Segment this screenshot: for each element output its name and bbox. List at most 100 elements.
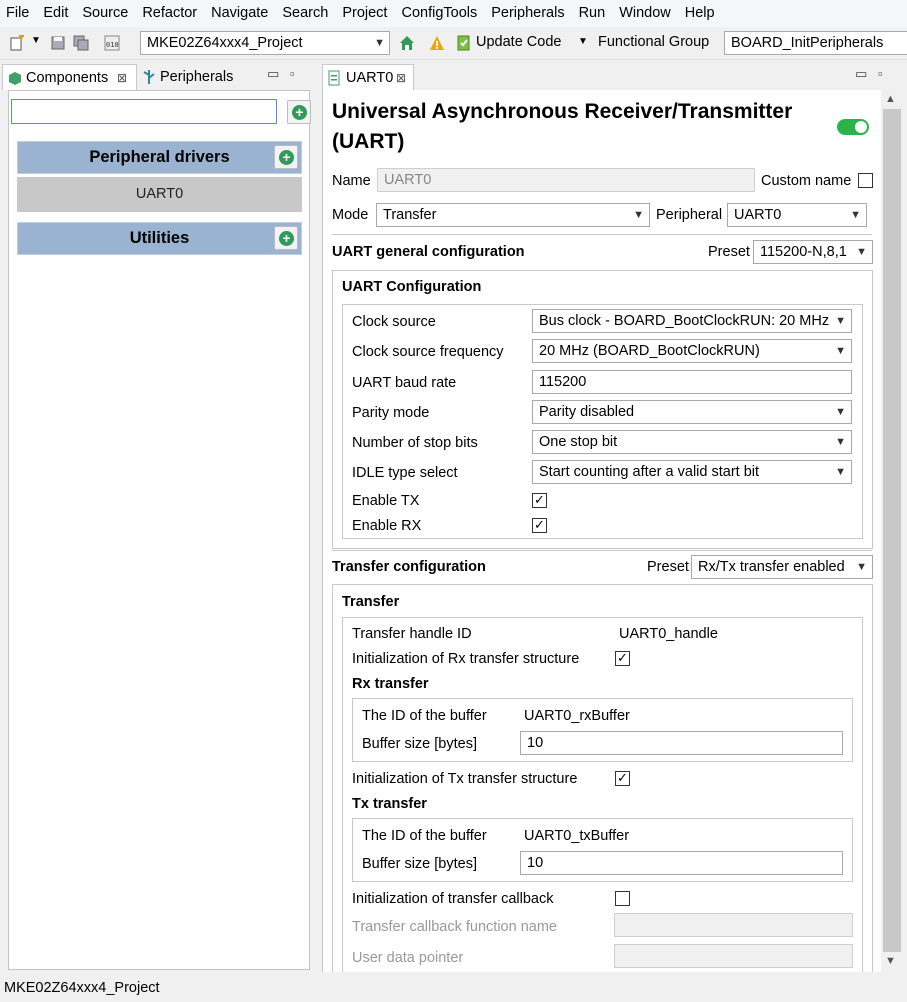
clock-source-select[interactable]: Bus clock - BOARD_BootClockRUN: 20 MHz ▼ xyxy=(532,309,852,333)
group-utilities[interactable]: Utilities + xyxy=(17,222,302,255)
update-code-icon[interactable] xyxy=(456,35,472,51)
menu-configtools[interactable]: ConfigTools xyxy=(394,0,484,27)
chevron-down-icon: ▼ xyxy=(374,37,385,49)
custom-name-checkbox[interactable] xyxy=(858,173,873,188)
enable-tx-checkbox[interactable]: ✓ xyxy=(532,493,547,508)
user-data-input xyxy=(614,944,853,968)
transfer-preset-select[interactable]: Rx/Tx transfer enabled ▼ xyxy=(691,555,873,579)
save-icon[interactable] xyxy=(50,35,66,51)
parity-mode-select[interactable]: Parity disabled ▼ xyxy=(532,400,852,424)
minimize-icon[interactable]: ▭ xyxy=(855,66,867,82)
init-rx-checkbox[interactable]: ✓ xyxy=(615,651,630,666)
callback-name-input xyxy=(614,913,853,937)
clock-freq-label: Clock source frequency xyxy=(352,344,504,360)
general-preset-select[interactable]: 115200-N,8,1 ▼ xyxy=(753,240,873,264)
parity-mode-label: Parity mode xyxy=(352,405,430,421)
menu-edit[interactable]: Edit xyxy=(36,0,75,27)
close-icon[interactable]: ⊠ xyxy=(117,65,127,91)
maximize-icon[interactable]: ▫ xyxy=(290,66,295,81)
init-rx-label: Initialization of Rx transfer structure xyxy=(352,651,580,667)
transfer-title: Transfer xyxy=(342,594,400,610)
init-callback-label: Initialization of transfer callback xyxy=(352,891,554,907)
list-item-uart0[interactable]: UART0 xyxy=(17,177,302,212)
stop-bits-select[interactable]: One stop bit ▼ xyxy=(532,430,852,454)
rx-buffer-size-input[interactable]: 10 xyxy=(520,731,843,755)
component-enable-toggle[interactable] xyxy=(837,119,869,135)
menu-run[interactable]: Run xyxy=(572,0,613,27)
uart-configuration-title: UART Configuration xyxy=(342,279,482,295)
functional-group-select[interactable]: BOARD_InitPeripherals xyxy=(724,31,907,55)
general-config-heading: UART general configuration xyxy=(332,244,525,260)
enable-rx-label: Enable RX xyxy=(352,518,422,534)
menu-project[interactable]: Project xyxy=(335,0,394,27)
plus-icon: + xyxy=(279,231,294,246)
new-dropdown-icon[interactable]: ▼ xyxy=(31,35,41,46)
vertical-scrollbar[interactable]: ▲ ▼ xyxy=(881,91,903,971)
group-peripheral-drivers[interactable]: Peripheral drivers + xyxy=(17,141,302,174)
svg-text:010: 010 xyxy=(106,41,119,49)
clock-freq-select[interactable]: 20 MHz (BOARD_BootClockRUN) ▼ xyxy=(532,339,852,363)
plus-icon: + xyxy=(279,150,294,165)
search-input[interactable] xyxy=(11,99,277,124)
menu-file[interactable]: File xyxy=(0,0,36,27)
chevron-down-icon: ▼ xyxy=(835,466,846,478)
menu-window[interactable]: Window xyxy=(612,0,678,27)
chevron-down-icon[interactable]: ▼ xyxy=(885,955,896,967)
new-file-icon[interactable] xyxy=(9,35,25,51)
left-tab-strip: Components ⊠ Peripherals ▭ ▫ xyxy=(2,62,315,90)
page-title-line2: (UART) xyxy=(332,130,405,153)
rx-buffer-id-value: UART0_rxBuffer xyxy=(524,708,630,724)
chevron-down-icon: ▼ xyxy=(835,345,846,357)
update-code-button[interactable]: Update Code xyxy=(476,34,561,50)
rx-buffer-id-label: The ID of the buffer xyxy=(362,708,487,724)
menu-refactor[interactable]: Refactor xyxy=(135,0,204,27)
functional-group-label: Functional Group xyxy=(598,34,710,50)
warning-icon[interactable] xyxy=(429,35,445,51)
chevron-down-icon: ▼ xyxy=(835,315,846,327)
callback-name-label: Transfer callback function name xyxy=(352,919,557,935)
custom-name-label: Custom name xyxy=(761,173,852,189)
menu-peripherals[interactable]: Peripherals xyxy=(484,0,571,27)
idle-type-select[interactable]: Start counting after a valid start bit ▼ xyxy=(532,460,852,484)
home-icon[interactable] xyxy=(399,35,415,51)
menu-search[interactable]: Search xyxy=(275,0,335,27)
close-icon[interactable]: ⊠ xyxy=(396,65,406,91)
tab-uart0[interactable]: UART0 ⊠ xyxy=(322,64,414,90)
page-title: Universal Asynchronous Receiver/Transmit… xyxy=(332,100,793,123)
chevron-down-icon: ▼ xyxy=(856,561,867,573)
tx-buffer-size-input[interactable]: 10 xyxy=(520,851,843,875)
toolbar: ▼ 010 MKE02Z64xxx4_Project ▼ Update Code… xyxy=(0,27,907,60)
minimize-icon[interactable]: ▭ xyxy=(267,66,279,82)
tx-buffer-id-label: The ID of the buffer xyxy=(362,828,487,844)
stop-bits-label: Number of stop bits xyxy=(352,435,478,451)
mode-label: Mode xyxy=(332,207,369,223)
binary-icon[interactable]: 010 xyxy=(104,35,120,51)
menu-source[interactable]: Source xyxy=(75,0,135,27)
add-component-button[interactable]: + xyxy=(287,100,311,124)
tx-buffer-size-label: Buffer size [bytes] xyxy=(362,856,477,872)
mode-select[interactable]: Transfer ▼ xyxy=(376,203,650,227)
init-tx-checkbox[interactable]: ✓ xyxy=(615,771,630,786)
enable-rx-checkbox[interactable]: ✓ xyxy=(532,518,547,533)
init-tx-label: Initialization of Tx transfer structure xyxy=(352,771,578,787)
peripheral-select[interactable]: UART0 ▼ xyxy=(727,203,867,227)
menu-navigate[interactable]: Navigate xyxy=(204,0,275,27)
baud-rate-input[interactable]: 115200 xyxy=(532,370,852,394)
maximize-icon[interactable]: ▫ xyxy=(878,66,883,81)
transfer-preset-label: Preset xyxy=(647,559,689,575)
transfer-config-heading: Transfer configuration xyxy=(332,559,486,575)
add-peripheral-driver-button[interactable]: + xyxy=(274,145,298,169)
tab-peripherals[interactable]: Peripherals xyxy=(140,64,250,90)
components-tree: + Peripheral drivers + UART0 Utilities + xyxy=(8,90,311,970)
init-callback-checkbox[interactable] xyxy=(615,891,630,906)
save-all-icon[interactable] xyxy=(73,35,89,51)
uart-tab-icon xyxy=(328,70,340,86)
project-select[interactable]: MKE02Z64xxx4_Project ▼ xyxy=(140,31,390,55)
menu-help[interactable]: Help xyxy=(678,0,722,27)
chevron-up-icon[interactable]: ▲ xyxy=(885,93,896,105)
add-utility-button[interactable]: + xyxy=(274,226,298,250)
plus-icon: + xyxy=(292,105,307,120)
scroll-thumb[interactable] xyxy=(883,109,901,952)
tab-components[interactable]: Components ⊠ xyxy=(2,64,137,90)
update-code-dropdown-icon[interactable]: ▼ xyxy=(578,36,588,47)
